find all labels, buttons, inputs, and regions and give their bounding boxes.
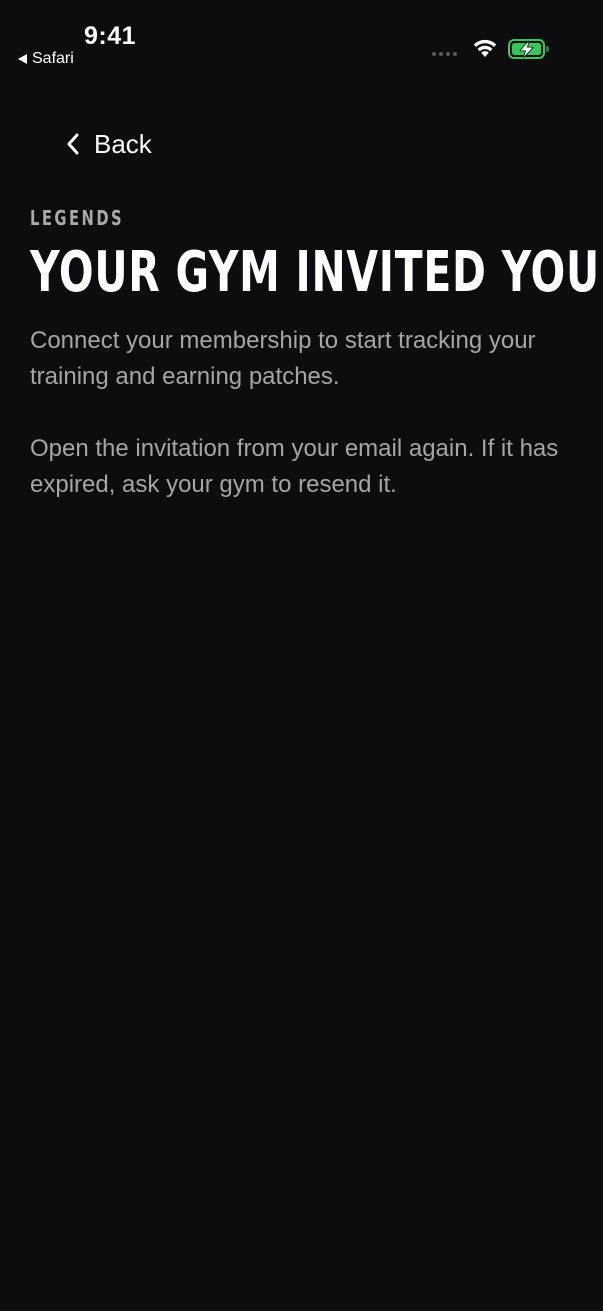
back-app-label: Safari bbox=[32, 50, 74, 67]
screen: 9:41 Safari Back LEGENDS YOUR GYM INVITE… bbox=[0, 0, 603, 1311]
back-button[interactable]: Back bbox=[66, 124, 152, 164]
back-triangle-icon bbox=[18, 54, 27, 64]
wifi-icon bbox=[473, 39, 497, 57]
battery-charging-icon bbox=[508, 39, 549, 59]
back-to-app-link[interactable]: Safari bbox=[18, 50, 74, 68]
instruction-paragraph: Open the invitation from your email agai… bbox=[30, 435, 559, 498]
brand-eyebrow: LEGENDS bbox=[30, 206, 125, 230]
status-bar: 9:41 Safari bbox=[0, 0, 603, 80]
description-paragraph: Connect your membership to start trackin… bbox=[30, 327, 536, 390]
back-label: Back bbox=[94, 128, 152, 159]
chevron-left-icon bbox=[67, 133, 79, 155]
status-time: 9:41 bbox=[84, 22, 137, 50]
cellular-signal-icon bbox=[432, 52, 457, 56]
page-title: YOUR GYM INVITED YOU bbox=[30, 240, 600, 305]
